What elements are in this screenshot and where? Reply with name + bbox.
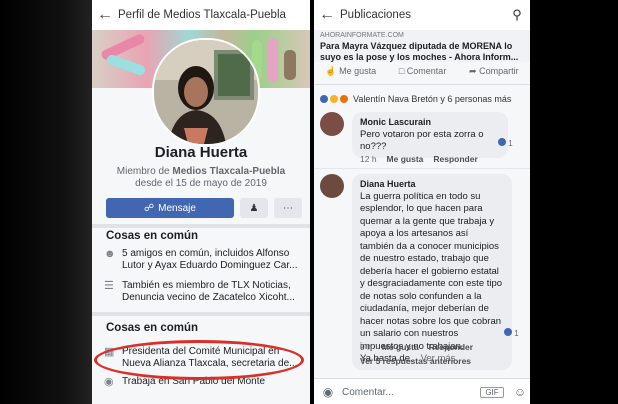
gif-icon[interactable]: GIF bbox=[480, 386, 504, 398]
divider bbox=[92, 312, 310, 316]
messenger-icon: ☍ bbox=[144, 202, 155, 214]
comment-icon: □ bbox=[398, 66, 405, 76]
comment-reaction-badge[interactable]: 1 bbox=[504, 328, 519, 338]
comment-composer: ◉ Comentar... GIF ☺ bbox=[314, 378, 530, 404]
divider bbox=[314, 84, 530, 85]
comment-meta: 12 h Me gusta Responder bbox=[360, 154, 478, 164]
profile-name: Diana Huerta bbox=[154, 144, 248, 161]
share-button[interactable]: ➦ Compartir bbox=[469, 66, 519, 77]
section-common-title-2: Cosas en común bbox=[106, 322, 199, 334]
commenter-avatar[interactable] bbox=[320, 112, 344, 136]
comment-reply-link[interactable]: Responder bbox=[429, 342, 473, 352]
profile-topbar: ← Perfil de Medios Tlaxcala-Puebla bbox=[92, 0, 310, 30]
member-since: desde el 15 de mayo de 2019 bbox=[135, 178, 267, 189]
link-domain: AHORAINFORMATE.COM bbox=[320, 32, 404, 39]
back-arrow-icon[interactable]: ← bbox=[314, 6, 340, 24]
profile-actions: ☍ Mensaje ♟ ⋯ bbox=[106, 198, 302, 218]
friend-request-button[interactable]: ♟ bbox=[240, 198, 268, 218]
comment-button[interactable]: □ Comentar bbox=[399, 66, 446, 77]
member-line: Miembro de Medios Tlaxcala-Puebla bbox=[116, 166, 286, 177]
background-left bbox=[0, 0, 92, 404]
comment-bubble[interactable]: Monic Lascurain Pero votaron por esta zo… bbox=[352, 112, 508, 158]
like-reaction-icon bbox=[498, 138, 506, 146]
search-icon[interactable]: ⚲ bbox=[504, 7, 530, 23]
share-icon: ➦ bbox=[469, 66, 477, 76]
more-dots-icon: ⋯ bbox=[283, 202, 293, 214]
comment-reaction-badge[interactable]: 1 bbox=[498, 138, 513, 148]
angry-reaction-icon bbox=[340, 95, 348, 103]
location-pin-icon: ◉ bbox=[104, 376, 114, 388]
posts-panel: ← Publicaciones ⚲ AHORAINFORMATE.COM Par… bbox=[314, 0, 530, 404]
comment-like-link[interactable]: Me gusta bbox=[387, 154, 424, 164]
common-friends-row[interactable]: ☻ 5 amigos en común, incluidos Alfonso L… bbox=[104, 248, 308, 272]
divider bbox=[314, 168, 530, 169]
person-add-icon: ♟ bbox=[249, 202, 259, 214]
member-group-link[interactable]: Medios Tlaxcala-Puebla bbox=[172, 166, 285, 177]
background-right bbox=[530, 0, 618, 404]
comment-meta: 9 h Me gusta Responder bbox=[360, 342, 474, 352]
comment-text: Pero votaron por esta zorra o no??? bbox=[360, 128, 484, 153]
comment-author[interactable]: Diana Huerta bbox=[360, 178, 504, 191]
comment-input[interactable]: Comentar... bbox=[342, 387, 480, 398]
thumbs-up-icon: ☝ bbox=[325, 66, 337, 76]
emoji-icon[interactable]: ☺ bbox=[510, 385, 530, 399]
camera-icon[interactable]: ◉ bbox=[314, 385, 342, 399]
view-previous-replies-link[interactable]: Ver 5 respuestas anteriores bbox=[360, 356, 471, 366]
post-actions: ☝ Me gusta □ Comentar ➦ Compartir bbox=[314, 66, 530, 77]
highlight-circle bbox=[94, 340, 304, 380]
haha-reaction-icon bbox=[330, 95, 338, 103]
like-reaction-icon bbox=[504, 328, 512, 336]
comment-item: Diana Huerta La guerra política en todo … bbox=[320, 174, 526, 370]
friends-icon: ☻ bbox=[104, 248, 116, 260]
comment-reply-link[interactable]: Responder bbox=[433, 154, 477, 164]
more-options-button[interactable]: ⋯ bbox=[274, 198, 302, 218]
comment-author[interactable]: Monic Lascurain bbox=[360, 116, 500, 129]
comment-item: Monic Lascurain Pero votaron por esta zo… bbox=[320, 112, 526, 168]
profile-panel: ← Perfil de Medios Tlaxcala-Puebla Diana… bbox=[92, 0, 310, 404]
message-button[interactable]: ☍ Mensaje bbox=[106, 198, 234, 218]
comment-bubble[interactable]: Diana Huerta La guerra política en todo … bbox=[352, 174, 512, 370]
reactions-summary[interactable]: Valentín Nava Bretón y 6 personas más bbox=[320, 94, 511, 104]
comment-like-link[interactable]: Me gusta bbox=[382, 342, 419, 352]
comment-text: La guerra política en todo su esplendor,… bbox=[360, 190, 503, 352]
back-arrow-icon[interactable]: ← bbox=[92, 6, 118, 24]
posts-header-title: Publicaciones bbox=[340, 9, 411, 21]
profile-avatar[interactable] bbox=[152, 38, 260, 146]
link-preview[interactable]: AHORAINFORMATE.COM Para Mayra Vázquez di… bbox=[314, 30, 530, 62]
commenter-avatar[interactable] bbox=[320, 174, 344, 198]
divider bbox=[92, 224, 310, 228]
link-title: Para Mayra Vázquez diputada de MORENA lo… bbox=[320, 41, 519, 62]
like-reaction-icon bbox=[320, 95, 328, 103]
common-groups-row[interactable]: ☰ También es miembro de TLX Noticias, De… bbox=[104, 280, 308, 304]
section-common-title: Cosas en común bbox=[106, 230, 199, 242]
posts-topbar: ← Publicaciones ⚲ bbox=[314, 0, 530, 30]
profile-header-title: Perfil de Medios Tlaxcala-Puebla bbox=[118, 9, 286, 21]
like-button[interactable]: ☝ Me gusta bbox=[325, 66, 376, 77]
groups-icon: ☰ bbox=[104, 280, 114, 292]
